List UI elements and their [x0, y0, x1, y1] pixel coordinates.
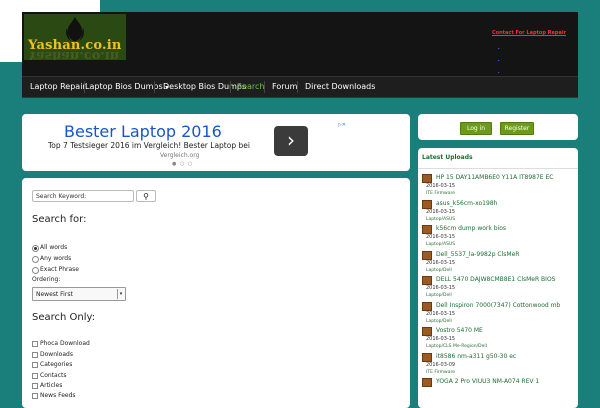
- upload-date: 2016-03-09: [426, 361, 456, 368]
- register-button[interactable]: Register: [500, 122, 534, 135]
- upload-category[interactable]: Laptop/Dell: [426, 268, 452, 273]
- upload-link[interactable]: Vostro 5470 ME: [436, 327, 483, 334]
- upload-link[interactable]: Dell Inspiron 7000(7347) Cottonwood mb: [436, 302, 560, 309]
- search-keyword-input[interactable]: Search Keyword:: [32, 190, 134, 202]
- download-icon: [422, 174, 432, 183]
- search-only-title: Search Only:: [32, 312, 96, 323]
- checkbox-label: Categories: [40, 361, 73, 368]
- download-icon: [422, 352, 432, 362]
- uploads-title: Latest Uploads: [422, 154, 473, 161]
- upload-link[interactable]: Dell_5537_la-9982p ClsMeR: [436, 251, 519, 258]
- radio-label: All words: [40, 244, 68, 251]
- upload-date: 2016-03-15: [426, 234, 456, 240]
- upload-category[interactable]: Laptop/ASUS: [426, 217, 455, 222]
- download-icon: [422, 199, 432, 209]
- upload-category[interactable]: ITE Firmware: [426, 191, 455, 196]
- nav-desktop-bios-dumps[interactable]: Desktop Bios Dumps: [163, 77, 246, 97]
- login-button[interactable]: Log in: [460, 122, 492, 135]
- upload-link[interactable]: YOGA 2 Pro VIUU3 NM-A074 REV 1: [436, 378, 539, 385]
- login-panel: Log in Register: [418, 114, 578, 140]
- radio-label: Any words: [40, 255, 72, 262]
- upload-link[interactable]: HP 15 DAY11AMB6E0 Y11A IT8987E EC: [436, 174, 553, 181]
- checkbox-news-feeds[interactable]: [32, 393, 38, 399]
- ad-banner[interactable]: Bester Laptop 2016 Top 7 Testsieger 2016…: [22, 114, 410, 171]
- site-logo[interactable]: Yashan.co.in Yashan.co.in: [24, 14, 126, 60]
- uploads-header: Latest Uploads: [418, 148, 578, 169]
- ordering-select[interactable]: Newest First ▾: [32, 287, 126, 301]
- search-for-title: Search for:: [32, 214, 87, 225]
- nav-label: Laptop Bios Dumps: [85, 82, 163, 91]
- checkbox-label: News Feeds: [40, 392, 76, 399]
- download-icon: [422, 250, 432, 260]
- checkbox-phoca-download[interactable]: [32, 341, 38, 347]
- upload-category[interactable]: Laptop/CLS Me-Region/Dell: [426, 344, 487, 349]
- upload-category[interactable]: ITE Firmware: [426, 370, 455, 375]
- checkbox-label: Phoca Download: [40, 340, 90, 347]
- upload-date: 2016-03-15: [426, 336, 456, 342]
- nav-forum[interactable]: Forum: [272, 77, 297, 97]
- upload-link[interactable]: DELL 5470 DAJW8CMB8E1 ClsMeR BIOS: [436, 276, 555, 283]
- ad-choices-icon[interactable]: ▷✕: [338, 122, 346, 128]
- upload-date: 2016-03-15: [426, 183, 456, 189]
- nav-separator: [264, 81, 265, 93]
- download-icon: [422, 327, 432, 336]
- download-icon: [422, 276, 432, 285]
- ad-subtitle-cut: Vergleich.org: [160, 152, 200, 159]
- nav-separator: [297, 81, 298, 93]
- radio-exact-phrase[interactable]: [32, 267, 39, 274]
- upload-link[interactable]: it8586 nm-a311 g50-30 ec: [436, 353, 516, 360]
- upload-category[interactable]: Laptop/ASUS: [426, 242, 455, 247]
- top-link-1[interactable]: [498, 43, 572, 48]
- search-button[interactable]: ⚲: [136, 190, 156, 202]
- nav-laptop-bios-dumps[interactable]: Laptop Bios Dumps ▾: [85, 77, 168, 97]
- latest-uploads-panel: Latest Uploads HP 15 DAY11AMB6E0 Y11A IT…: [418, 148, 578, 408]
- logo-reflection: Yashan.co.in: [28, 48, 120, 60]
- checkbox-label: Downloads: [40, 351, 73, 358]
- nav-laptop-repair[interactable]: Laptop Repair: [30, 77, 86, 97]
- ordering-label: Ordering:: [32, 276, 61, 283]
- ad-title[interactable]: Bester Laptop 2016: [64, 122, 222, 141]
- nav-direct-downloads[interactable]: Direct Downloads: [305, 77, 375, 97]
- site-header: Yashan.co.in Yashan.co.in Contact For La…: [22, 12, 578, 76]
- nav-separator: [230, 81, 231, 93]
- search-panel: Search Keyword: ⚲ Search for: All words …: [22, 178, 410, 408]
- chevron-down-icon: ▾: [117, 289, 124, 299]
- checkbox-contacts[interactable]: [32, 373, 38, 379]
- top-link-3[interactable]: [498, 67, 572, 72]
- radio-all-words[interactable]: [32, 245, 39, 252]
- download-icon: [422, 225, 432, 234]
- upload-date: 2016-03-15: [426, 208, 456, 215]
- nav-separator: [154, 81, 155, 93]
- search-icon: ⚲: [143, 192, 149, 201]
- upload-link[interactable]: k56cm dump work bios: [436, 225, 506, 232]
- upload-date: 2016-03-15: [426, 259, 456, 266]
- upload-category[interactable]: Laptop/Dell: [426, 319, 452, 324]
- checkbox-categories[interactable]: [32, 362, 38, 368]
- main-nav: Laptop Repair Laptop Bios Dumps ▾ Deskto…: [22, 76, 578, 98]
- top-link-2[interactable]: [498, 55, 572, 60]
- ordering-value: Newest First: [36, 291, 73, 298]
- ad-subtitle: Top 7 Testsieger 2016 im Vergleich! Best…: [48, 141, 250, 150]
- upload-date: 2016-03-15: [426, 285, 456, 291]
- checkbox-label: Articles: [40, 382, 63, 389]
- checkbox-label: Contacts: [40, 372, 67, 379]
- download-icon: [422, 378, 432, 387]
- contact-link[interactable]: Contact For Laptop Repair: [492, 30, 572, 36]
- download-icon: [422, 301, 432, 311]
- ad-pager-dots: ● ○ ○: [172, 161, 194, 167]
- nav-search[interactable]: Search: [237, 77, 264, 97]
- checkbox-articles[interactable]: [32, 383, 38, 389]
- upload-category[interactable]: Laptop/Dell: [426, 293, 452, 298]
- checkbox-downloads[interactable]: [32, 352, 38, 358]
- radio-any-words[interactable]: [32, 256, 39, 263]
- ad-next-arrow-icon[interactable]: ›: [274, 126, 308, 156]
- upload-date: 2016-03-15: [426, 310, 456, 317]
- upload-link[interactable]: asus_k56cm-xo198h: [436, 200, 497, 207]
- radio-label: Exact Phrase: [40, 266, 79, 273]
